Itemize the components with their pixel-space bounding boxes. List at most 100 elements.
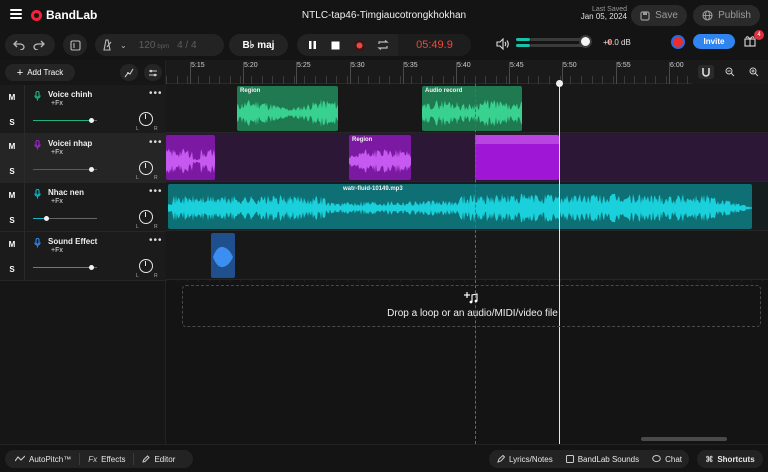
mute-button[interactable]: M xyxy=(0,85,24,109)
chat-button[interactable]: Chat xyxy=(644,455,690,464)
track-name[interactable]: Sound Effect xyxy=(48,237,97,246)
sounds-button[interactable]: BandLab Sounds xyxy=(561,455,644,464)
solo-button[interactable]: S xyxy=(0,208,24,232)
shortcuts-item: ⌘ Shortcuts xyxy=(699,455,760,464)
track-header[interactable]: M S Voicei nhap +Fx ••• L R xyxy=(0,134,166,183)
avatar[interactable] xyxy=(671,35,685,49)
brand-logo[interactable]: BandLab xyxy=(31,8,97,22)
save-button[interactable]: Save xyxy=(631,5,687,26)
automation-icon[interactable] xyxy=(120,64,138,81)
divider xyxy=(24,183,25,232)
add-fx-button[interactable]: +Fx xyxy=(51,100,63,107)
region-clip[interactable] xyxy=(166,135,215,180)
invite-button[interactable]: Invite xyxy=(693,34,735,49)
more-options-icon[interactable]: ••• xyxy=(149,235,163,246)
microphone-icon xyxy=(34,188,41,201)
autopitch-button[interactable]: AutoPitch™ xyxy=(5,455,79,464)
volume-handle[interactable] xyxy=(89,118,94,123)
shortcuts-button[interactable]: ⌘ Shortcuts xyxy=(697,450,763,468)
editor-button[interactable]: Editor xyxy=(134,455,183,464)
solo-button[interactable]: S xyxy=(0,159,24,183)
publish-button[interactable]: Publish xyxy=(693,5,760,26)
volume-handle[interactable] xyxy=(89,265,94,270)
volume-handle[interactable] xyxy=(89,167,94,172)
key-selector[interactable]: B♭ maj xyxy=(229,34,288,56)
pan-right-label: R xyxy=(154,126,158,132)
mute-button[interactable]: M xyxy=(0,232,24,256)
pause-icon[interactable] xyxy=(303,36,321,54)
speaker-icon[interactable] xyxy=(496,37,510,51)
transport-controls: 05:49.9 xyxy=(297,34,471,56)
ruler-minor-tick xyxy=(315,76,316,84)
track-header[interactable]: M S Voice chinh +Fx ••• L R xyxy=(0,85,166,134)
track-name[interactable]: Voicei nhap xyxy=(48,139,92,148)
ruler-tick-label: 6:00 xyxy=(670,62,684,69)
solo-button[interactable]: S xyxy=(0,110,24,134)
tempo-value[interactable]: 120 bpm xyxy=(139,40,169,51)
redo-icon[interactable] xyxy=(29,35,49,55)
waveform xyxy=(213,246,233,268)
magnet-icon[interactable] xyxy=(698,65,714,79)
selected-region[interactable] xyxy=(475,135,559,180)
more-options-icon[interactable]: ••• xyxy=(149,88,163,99)
metronome-icon[interactable] xyxy=(101,39,113,51)
drop-zone[interactable]: Drop a loop or an audio/MIDI/video file xyxy=(182,285,761,327)
zoom-in-icon[interactable] xyxy=(746,65,762,79)
tempo-number: 120 xyxy=(138,39,156,51)
time-ruler[interactable]: 5:15 5:20 5:25 5:30 5:35 5:40 5:45 5:50 5:55 6:00 xyxy=(166,60,768,84)
time-display[interactable]: 05:49.9 xyxy=(398,34,471,56)
region-label: Region xyxy=(240,88,261,94)
ruler-minor-tick xyxy=(453,76,454,84)
mute-button[interactable]: M xyxy=(0,134,24,158)
waveform xyxy=(349,149,411,173)
daw-window: BandLab NTLC-tap46-Timgiaucotrongkhokhan… xyxy=(0,0,768,472)
ruler-minor-tick xyxy=(645,76,646,84)
track-header[interactable]: M S Nhac nen +Fx ••• L R xyxy=(0,183,166,232)
pan-knob[interactable] xyxy=(139,210,153,224)
ruler-minor-tick xyxy=(613,76,614,84)
stop-icon[interactable] xyxy=(326,36,344,54)
add-fx-button[interactable]: +Fx xyxy=(51,198,63,205)
lane-sound-effect[interactable] xyxy=(166,231,768,280)
volume-fill xyxy=(33,267,89,268)
ruler-minor-tick xyxy=(485,76,486,84)
region-clip[interactable]: Region xyxy=(237,86,338,131)
add-fx-button[interactable]: +Fx xyxy=(51,247,63,254)
volume-knob[interactable] xyxy=(579,35,592,48)
more-options-icon[interactable]: ••• xyxy=(149,137,163,148)
playhead[interactable] xyxy=(559,81,560,444)
region-clip[interactable]: watr-fluid-10149.mp3 xyxy=(168,184,752,229)
pan-knob[interactable] xyxy=(139,161,153,175)
add-track-label: Add Track xyxy=(27,68,64,77)
zoom-out-icon[interactable] xyxy=(722,65,738,79)
time-signature[interactable]: 4 / 4 xyxy=(177,40,196,51)
lyrics-button[interactable]: Lyrics/Notes xyxy=(489,455,561,464)
undo-icon[interactable] xyxy=(9,35,29,55)
pan-knob[interactable] xyxy=(139,112,153,126)
menu-icon[interactable] xyxy=(10,9,22,19)
region-clip[interactable]: Region xyxy=(349,135,411,180)
view-toggle-button[interactable] xyxy=(63,34,87,56)
track-name[interactable]: Nhac nen xyxy=(48,188,84,197)
effects-button[interactable]: Fx Effects xyxy=(80,455,133,464)
solo-button[interactable]: S xyxy=(0,257,24,281)
add-track-button[interactable]: + Add Track xyxy=(5,64,75,81)
mute-button[interactable]: M xyxy=(0,183,24,207)
horizontal-scrollbar[interactable] xyxy=(641,437,727,441)
chevron-down-icon[interactable]: ⌄ xyxy=(120,41,127,50)
record-icon[interactable] xyxy=(350,36,368,54)
loop-icon[interactable] xyxy=(374,36,392,54)
add-fx-button[interactable]: +Fx xyxy=(51,149,63,156)
region-clip[interactable] xyxy=(211,233,235,278)
lane-voicei-nhap[interactable] xyxy=(166,133,768,182)
mixer-icon[interactable] xyxy=(144,64,162,81)
region-clip[interactable]: Audio record xyxy=(422,86,522,131)
pan-knob[interactable] xyxy=(139,259,153,273)
track-name[interactable]: Voice chinh xyxy=(48,90,92,99)
volume-handle[interactable] xyxy=(44,216,49,221)
track-header[interactable]: M S Sound Effect +Fx ••• L R xyxy=(0,232,166,281)
playhead-handle[interactable] xyxy=(556,80,563,87)
timeline[interactable]: 5:15 5:20 5:25 5:30 5:35 5:40 5:45 5:50 5:55 6:00… xyxy=(166,60,768,444)
ruler-tick-label: 5:20 xyxy=(244,62,258,69)
more-options-icon[interactable]: ••• xyxy=(149,186,163,197)
